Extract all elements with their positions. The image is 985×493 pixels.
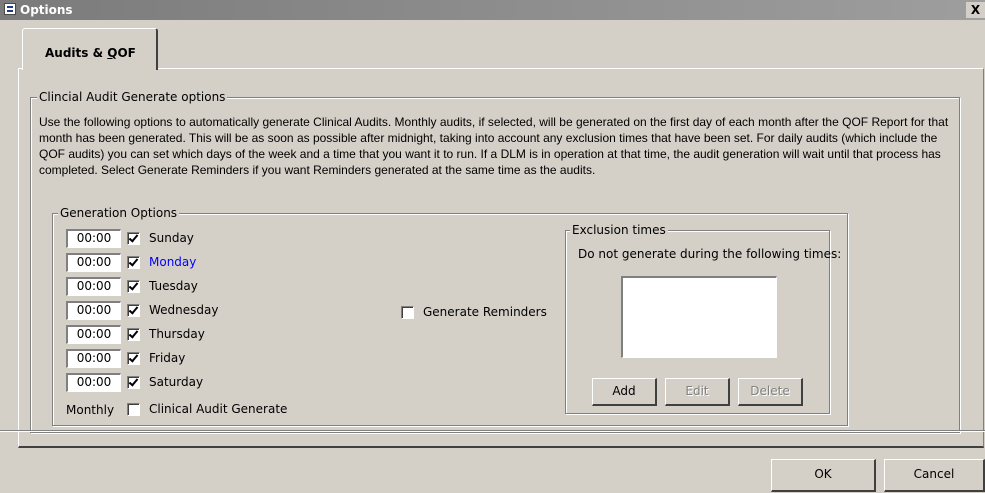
generate-reminders-label: Generate Reminders xyxy=(423,305,547,319)
wednesday-time-input[interactable]: 00:00 xyxy=(66,301,121,320)
wednesday-label: Wednesday xyxy=(149,303,219,317)
monday-label: Monday xyxy=(149,255,197,269)
monthly-label: Monthly xyxy=(66,403,115,417)
add-button[interactable]: Add xyxy=(592,378,657,406)
delete-button[interactable]: Delete xyxy=(738,378,803,406)
friday-checkbox[interactable] xyxy=(127,352,140,365)
monthly-clinical-audit-checkbox[interactable] xyxy=(127,403,140,416)
wednesday-checkbox[interactable] xyxy=(127,304,140,317)
generation-options-legend: Generation Options xyxy=(58,206,180,220)
tuesday-time-input[interactable]: 00:00 xyxy=(66,277,121,296)
monday-checkbox[interactable] xyxy=(127,256,140,269)
thursday-time-input[interactable]: 00:00 xyxy=(66,325,121,344)
thursday-checkbox[interactable] xyxy=(127,328,140,341)
cancel-button[interactable]: Cancel xyxy=(884,459,985,492)
exclusion-times-caption: Do not generate during the following tim… xyxy=(578,247,842,261)
clinical-audit-description: Use the following options to automatical… xyxy=(39,115,949,177)
window-app-icon xyxy=(4,3,16,15)
tab-audits-qof-label: Audits & QOF xyxy=(45,46,136,60)
footer-separator xyxy=(0,430,985,432)
title-bar: Options X xyxy=(0,0,985,20)
sunday-label: Sunday xyxy=(149,231,194,245)
friday-time-input[interactable]: 00:00 xyxy=(66,349,121,368)
window-title: Options xyxy=(20,3,73,17)
saturday-checkbox[interactable] xyxy=(127,376,140,389)
saturday-label: Saturday xyxy=(149,375,204,389)
generate-reminders-checkbox[interactable] xyxy=(401,306,414,319)
exclusion-times-legend: Exclusion times xyxy=(570,223,668,237)
close-window-button[interactable]: X xyxy=(966,2,985,18)
tab-audits-qof[interactable]: Audits & QOF xyxy=(22,28,158,70)
friday-label: Friday xyxy=(149,351,186,365)
tuesday-label: Tuesday xyxy=(149,279,198,293)
saturday-time-input[interactable]: 00:00 xyxy=(66,373,121,392)
clinical-audit-group-legend: Clincial Audit Generate options xyxy=(37,90,228,104)
monthly-clinical-audit-label: Clinical Audit Generate xyxy=(149,402,288,416)
exclusion-times-list[interactable] xyxy=(621,276,777,358)
thursday-label: Thursday xyxy=(149,327,205,341)
sunday-time-input[interactable]: 00:00 xyxy=(66,229,121,248)
sunday-checkbox[interactable] xyxy=(127,232,140,245)
tuesday-checkbox[interactable] xyxy=(127,280,140,293)
monday-time-input[interactable]: 00:00 xyxy=(66,253,121,272)
ok-button[interactable]: OK xyxy=(771,459,876,492)
edit-button[interactable]: Edit xyxy=(665,378,730,406)
